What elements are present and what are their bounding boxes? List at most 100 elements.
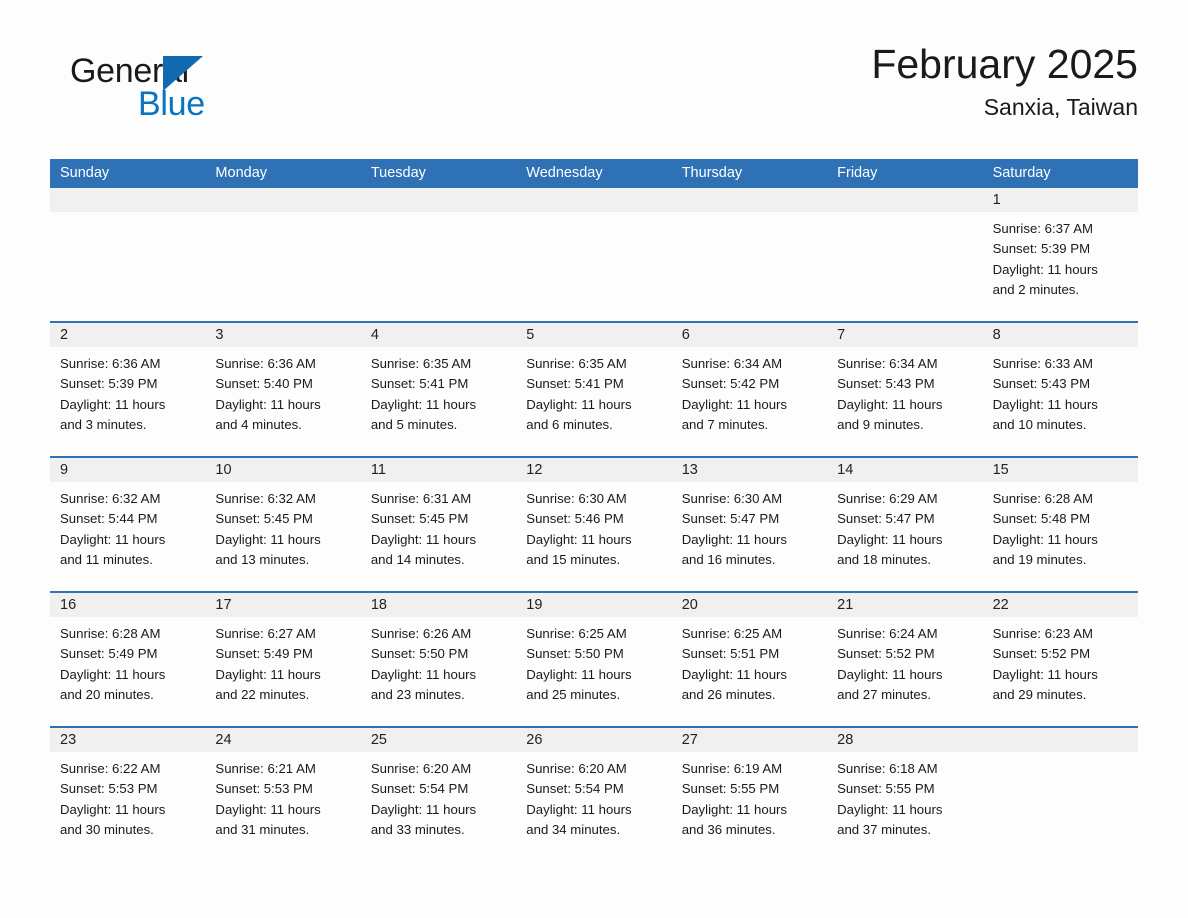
calendar-day-cell[interactable]: 19 Sunrise: 6:25 AM Sunset: 5:50 PM Dayligh…: [516, 593, 672, 726]
day-details: Sunrise: 6:32 AM Sunset: 5:45 PM Daylight:…: [205, 482, 360, 570]
day-number: 21: [827, 593, 983, 617]
calendar-day-cell[interactable]: 17 Sunrise: 6:27 AM Sunset: 5:49 PM Dayligh…: [205, 593, 361, 726]
day-details: Sunrise: 6:23 AM Sunset: 5:52 PM Daylight:…: [983, 617, 1138, 705]
sunrise-text: Sunrise: 6:28 AM: [992, 491, 1093, 506]
calendar-day-cell[interactable]: 28 Sunrise: 6:18 AM Sunset: 5:55 PM Dayligh…: [827, 728, 983, 861]
day-details: Sunrise: 6:20 AM Sunset: 5:54 PM Daylight:…: [361, 752, 516, 840]
sunrise-text: Sunrise: 6:27 AM: [215, 626, 316, 641]
daylight-text-line1: Daylight: 11 hours: [526, 396, 632, 412]
sunrise-text: Sunrise: 6:20 AM: [370, 761, 472, 776]
daylight-text-line1: Daylight: 11 hours: [681, 666, 788, 682]
calendar-day-cell[interactable]: 18 Sunrise: 6:26 AM Sunset: 5:50 PM Dayligh…: [360, 593, 517, 726]
calendar-day-cell[interactable]: 21 Sunrise: 6:24 AM Sunset: 5:52 PM Dayligh…: [827, 593, 983, 726]
calendar-day-cell[interactable]: 24 Sunrise: 6:21 AM Sunset: 5:53 PM Dayligh…: [205, 728, 361, 861]
calendar-day-cell[interactable]: 1 Sunrise: 6:37 AM Sunset: 5:39 PM Daylight…: [982, 188, 1138, 321]
day-details: Sunrise: 6:34 AM Sunset: 5:43 PM Daylight:…: [827, 347, 982, 435]
day-number: 11: [360, 458, 517, 482]
daylight-text-line2: and 20 minutes.: [60, 686, 154, 702]
calendar-day-cell[interactable]: 20 Sunrise: 6:25 AM Sunset: 5:51 PM Dayligh…: [671, 593, 828, 726]
calendar-day-cell[interactable]: 25 Sunrise: 6:20 AM Sunset: 5:54 PM Dayligh…: [360, 728, 517, 861]
sunrise-text: Sunrise: 6:21 AM: [215, 761, 316, 776]
day-details: Sunrise: 6:33 AM Sunset: 5:43 PM Daylight:…: [983, 347, 1138, 435]
calendar-day-cell[interactable]: 23 Sunrise: 6:22 AM Sunset: 5:53 PM Dayligh…: [50, 728, 206, 861]
weekday-header-tuesday: Tuesday: [370, 165, 426, 181]
sunrise-text: Sunrise: 6:35 AM: [370, 356, 472, 371]
day-details: Sunrise: 6:32 AM Sunset: 5:44 PM Daylight:…: [50, 482, 205, 570]
logo-text-blue: Blue: [138, 85, 205, 123]
calendar-day-cell[interactable]: 4 Sunrise: 6:35 AM Sunset: 5:41 PM Daylight…: [360, 323, 517, 456]
sunrise-text: Sunrise: 6:20 AM: [526, 761, 627, 776]
sunset-text: Sunset: 5:40 PM: [215, 376, 313, 392]
day-number: 1: [982, 188, 1138, 212]
calendar-day-cell[interactable]: 9 Sunrise: 6:32 AM Sunset: 5:44 PM Daylight…: [50, 458, 206, 591]
sunrise-text: Sunrise: 6:28 AM: [60, 626, 161, 641]
daylight-text-line2: and 4 minutes.: [215, 416, 302, 432]
daylight-text-line1: Daylight: 11 hours: [60, 801, 166, 817]
day-details: Sunrise: 6:35 AM Sunset: 5:41 PM Daylight:…: [361, 347, 516, 435]
day-details: Sunrise: 6:36 AM Sunset: 5:40 PM Daylight:…: [205, 347, 360, 435]
day-details: Sunrise: 6:29 AM Sunset: 5:47 PM Daylight:…: [827, 482, 982, 570]
sunset-text: Sunset: 5:52 PM: [837, 646, 935, 662]
calendar-page: General Blue February 2025 Sanxia, Taiwa…: [0, 0, 1188, 918]
calendar-weeks: 1 Sunrise: 6:37 AM Sunset: 5:39 PM Daylight…: [50, 188, 1138, 861]
sunset-text: Sunset: 5:45 PM: [370, 511, 469, 527]
calendar-day-cell[interactable]: 13 Sunrise: 6:30 AM Sunset: 5:47 PM Dayligh…: [671, 458, 828, 591]
daylight-text-line1: Daylight: 11 hours: [370, 666, 477, 682]
daylight-text-line1: Daylight: 11 hours: [681, 801, 788, 817]
day-number: 17: [205, 593, 361, 617]
calendar-day-cell[interactable]: 16 Sunrise: 6:28 AM Sunset: 5:49 PM Dayligh…: [50, 593, 206, 726]
calendar-day-cell[interactable]: 22 Sunrise: 6:23 AM Sunset: 5:52 PM Dayligh…: [982, 593, 1138, 726]
day-details: Sunrise: 6:30 AM Sunset: 5:47 PM Daylight:…: [672, 482, 827, 570]
day-number: 18: [360, 593, 517, 617]
sunset-text: Sunset: 5:39 PM: [992, 241, 1091, 257]
sunset-text: Sunset: 5:54 PM: [370, 781, 469, 797]
sunset-text: Sunset: 5:52 PM: [992, 646, 1091, 662]
sunset-text: Sunset: 5:46 PM: [526, 511, 624, 527]
day-number: 9: [50, 458, 206, 482]
calendar-day-cell[interactable]: 27 Sunrise: 6:19 AM Sunset: 5:55 PM Dayligh…: [671, 728, 828, 861]
page-title: February 2025: [871, 41, 1138, 87]
daylight-text-line1: Daylight: 11 hours: [370, 396, 477, 412]
day-number: [671, 188, 828, 212]
daylight-text-line1: Daylight: 11 hours: [837, 666, 943, 682]
calendar-week-row: 16 Sunrise: 6:28 AM Sunset: 5:49 PM Dayligh…: [50, 591, 1138, 726]
daylight-text-line1: Daylight: 11 hours: [837, 531, 943, 547]
day-number: [827, 188, 983, 212]
calendar-day-cell[interactable]: 7 Sunrise: 6:34 AM Sunset: 5:43 PM Daylight…: [827, 323, 983, 456]
daylight-text-line2: and 6 minutes.: [526, 416, 613, 432]
calendar-day-cell[interactable]: 14 Sunrise: 6:29 AM Sunset: 5:47 PM Dayligh…: [827, 458, 983, 591]
daylight-text-line2: and 13 minutes.: [215, 551, 310, 567]
sunset-text: Sunset: 5:43 PM: [837, 376, 935, 392]
daylight-text-line2: and 10 minutes.: [992, 416, 1087, 432]
calendar-day-cell[interactable]: 6 Sunrise: 6:34 AM Sunset: 5:42 PM Daylight…: [671, 323, 828, 456]
calendar-day-cell[interactable]: 8 Sunrise: 6:33 AM Sunset: 5:43 PM Daylight…: [982, 323, 1138, 456]
sunrise-text: Sunrise: 6:32 AM: [60, 491, 161, 506]
calendar-day-cell[interactable]: 5 Sunrise: 6:35 AM Sunset: 5:41 PM Daylight…: [516, 323, 672, 456]
daylight-text-line2: and 18 minutes.: [837, 551, 931, 567]
day-details: Sunrise: 6:31 AM Sunset: 5:45 PM Daylight:…: [361, 482, 516, 570]
day-number: 26: [516, 728, 672, 752]
calendar-day-cell[interactable]: 26 Sunrise: 6:20 AM Sunset: 5:54 PM Dayligh…: [516, 728, 672, 861]
day-details: Sunrise: 6:37 AM Sunset: 5:39 PM Daylight:…: [983, 212, 1138, 300]
calendar-day-cell[interactable]: 12 Sunrise: 6:30 AM Sunset: 5:46 PM Dayligh…: [516, 458, 672, 591]
weekday-header-saturday: Saturday: [992, 165, 1051, 181]
day-number: 25: [360, 728, 517, 752]
calendar-day-cell[interactable]: 15 Sunrise: 6:28 AM Sunset: 5:48 PM Dayligh…: [982, 458, 1138, 591]
day-details: Sunrise: 6:28 AM Sunset: 5:48 PM Daylight:…: [983, 482, 1138, 570]
calendar-day-cell[interactable]: 10 Sunrise: 6:32 AM Sunset: 5:45 PM Dayligh…: [205, 458, 361, 591]
sunrise-text: Sunrise: 6:34 AM: [837, 356, 938, 371]
daylight-text-line1: Daylight: 11 hours: [60, 396, 166, 412]
sunset-text: Sunset: 5:47 PM: [837, 511, 935, 527]
daylight-text-line1: Daylight: 11 hours: [526, 531, 632, 547]
sunrise-text: Sunrise: 6:36 AM: [60, 356, 161, 371]
day-number: 7: [827, 323, 983, 347]
sunrise-text: Sunrise: 6:30 AM: [681, 491, 783, 506]
sunrise-text: Sunrise: 6:30 AM: [526, 491, 627, 506]
calendar-day-cell[interactable]: 3 Sunrise: 6:36 AM Sunset: 5:40 PM Daylight…: [205, 323, 361, 456]
sunrise-text: Sunrise: 6:34 AM: [681, 356, 783, 371]
day-number: 20: [671, 593, 828, 617]
calendar-day-cell[interactable]: 11 Sunrise: 6:31 AM Sunset: 5:45 PM Dayligh…: [360, 458, 517, 591]
weekday-header-row: Sunday Monday Tuesday Wednesday Thursday…: [50, 159, 1138, 188]
daylight-text-line2: and 23 minutes.: [370, 686, 465, 702]
calendar-day-cell[interactable]: 2 Sunrise: 6:36 AM Sunset: 5:39 PM Daylight…: [50, 323, 206, 456]
